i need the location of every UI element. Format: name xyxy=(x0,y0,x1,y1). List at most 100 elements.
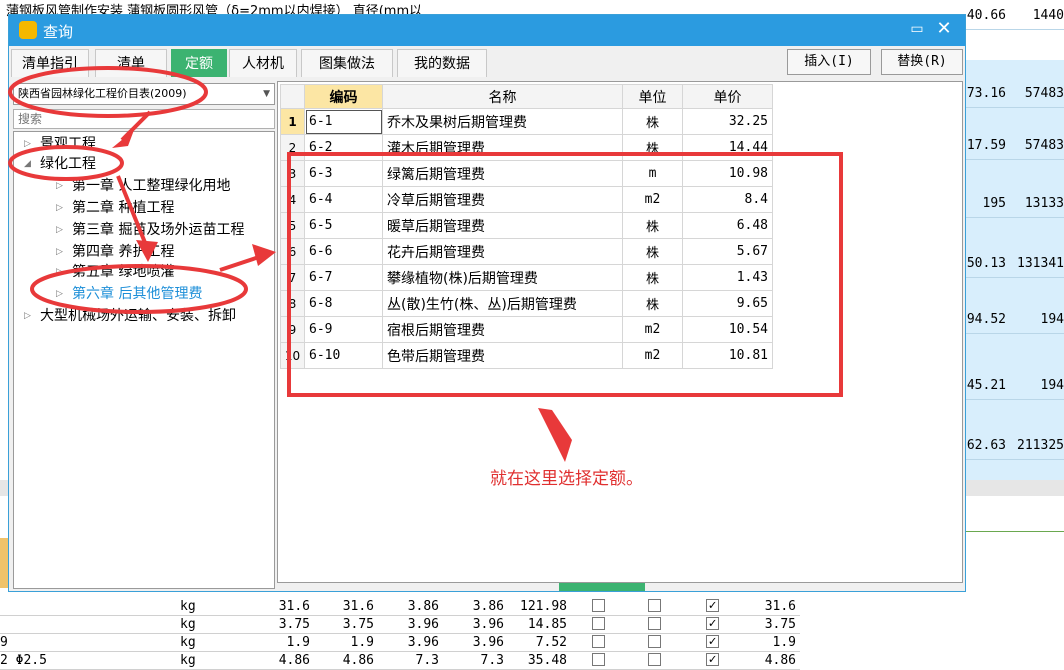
cell-code[interactable]: 6-3 xyxy=(304,160,383,187)
cell-price[interactable]: 14.44 xyxy=(682,134,773,161)
checkbox[interactable] xyxy=(648,599,661,612)
library-select[interactable]: 陕西省园林绿化工程价目表(2009) ▼ xyxy=(13,83,275,105)
collapsed-arrow-icon[interactable]: ▷ xyxy=(56,242,63,262)
bg-cell-v4: 3.96 xyxy=(472,617,504,632)
table-row[interactable]: 6 6-6 花卉后期管理费株 5.67 xyxy=(280,238,773,265)
cell-price[interactable]: 6.48 xyxy=(682,212,773,239)
maximize-icon[interactable]: ▭ xyxy=(909,21,925,37)
checkbox-checked[interactable]: ✓ xyxy=(706,599,719,612)
cell-name[interactable]: 丛(散)生竹(株、丛)后期管理费 xyxy=(382,290,623,317)
cell-code[interactable]: 6-2 xyxy=(304,134,383,161)
bg-table-row: 9 kg 1.9 1.9 3.96 3.96 7.52 1.9 ✓ xyxy=(0,634,800,652)
bg-right-value-b: 131341 xyxy=(1017,256,1064,271)
table-row[interactable]: 5 6-5 暖草后期管理费株 6.48 xyxy=(280,212,773,239)
cell-unit[interactable]: 株 xyxy=(622,212,683,239)
search-input[interactable] xyxy=(13,109,275,129)
close-icon[interactable]: ✕ xyxy=(935,20,953,38)
dialog-title: 查询 xyxy=(43,23,74,41)
collapsed-arrow-icon[interactable]: ▷ xyxy=(56,176,63,196)
cell-price[interactable]: 8.4 xyxy=(682,186,773,213)
table-row[interactable]: 2 6-2 灌木后期管理费株 14.44 xyxy=(280,134,773,161)
tab-my-data[interactable]: 我的数据 xyxy=(397,49,487,77)
cell-price[interactable]: 10.98 xyxy=(682,160,773,187)
collapsed-arrow-icon[interactable]: ▷ xyxy=(56,198,63,218)
bg-right-value-b: 194 xyxy=(1040,378,1064,393)
cell-unit[interactable]: 株 xyxy=(622,290,683,317)
tab-atlas-method[interactable]: 图集做法 xyxy=(301,49,393,77)
checkbox[interactable] xyxy=(648,617,661,630)
tab-labor-material[interactable]: 人材机 xyxy=(229,49,297,77)
tree-node-label: 第四章 养护工程 xyxy=(72,244,175,260)
cell-name[interactable]: 乔木及果树后期管理费 xyxy=(382,108,623,135)
cell-price[interactable]: 32.25 xyxy=(682,108,773,135)
tree-node-label: 大型机械场外运输、安装、拆卸 xyxy=(40,308,236,324)
cell-unit[interactable]: 株 xyxy=(622,108,683,135)
cell-name[interactable]: 绿篱后期管理费 xyxy=(382,160,623,187)
col-header-code[interactable]: 编码 xyxy=(304,84,383,109)
tab-list[interactable]: 清单 xyxy=(95,49,167,77)
col-header-name[interactable]: 名称 xyxy=(382,84,623,109)
table-row[interactable]: 9 6-9 宿根后期管理费 m2 10.54 xyxy=(280,316,773,343)
cell-code[interactable]: 6-8 xyxy=(304,290,383,317)
query-dialog: 查询 ▭ ✕ 清单指引 清单 定额 人材机 图集做法 我的数据 插入(I) 替换… xyxy=(8,14,966,592)
cell-code[interactable]: 6-9 xyxy=(304,316,383,343)
replace-button[interactable]: 替换(R) xyxy=(881,49,963,75)
tab-quota[interactable]: 定额 xyxy=(171,49,227,77)
cell-code[interactable]: 6-1 xyxy=(304,108,383,135)
checkbox[interactable] xyxy=(592,653,605,666)
cell-code[interactable]: 6-5 xyxy=(304,212,383,239)
cell-price[interactable]: 10.81 xyxy=(682,342,773,369)
collapsed-arrow-icon[interactable]: ▷ xyxy=(24,134,31,154)
col-header-unit[interactable]: 单位 xyxy=(622,84,683,109)
cell-unit[interactable]: m2 xyxy=(622,342,683,369)
table-row[interactable]: 7 6-7 攀缘植物(株)后期管理费株 1.43 xyxy=(280,264,773,291)
collapsed-arrow-icon[interactable]: ▷ xyxy=(56,220,63,240)
cell-price[interactable]: 10.54 xyxy=(682,316,773,343)
insert-button[interactable]: 插入(I) xyxy=(787,49,871,75)
cell-unit[interactable]: m xyxy=(622,160,683,187)
collapsed-arrow-icon[interactable]: ▷ xyxy=(56,284,63,304)
cell-unit[interactable]: m2 xyxy=(622,186,683,213)
tree-node-label: 第一章 人工整理绿化用地 xyxy=(72,178,231,194)
cell-price[interactable]: 5.67 xyxy=(682,238,773,265)
checkbox[interactable] xyxy=(648,635,661,648)
bg-right-cell: 50.13 131341 xyxy=(966,256,1064,278)
collapsed-arrow-icon[interactable]: ▷ xyxy=(24,306,31,326)
cell-name[interactable]: 冷草后期管理费 xyxy=(382,186,623,213)
cell-unit[interactable]: 株 xyxy=(622,134,683,161)
cell-code[interactable]: 6-7 xyxy=(304,264,383,291)
cell-unit[interactable]: m2 xyxy=(622,316,683,343)
checkbox[interactable] xyxy=(592,599,605,612)
tab-list-guide[interactable]: 清单指引 xyxy=(11,49,89,77)
bg-right-value-a: 17.59 xyxy=(966,138,1006,153)
cell-price[interactable]: 1.43 xyxy=(682,264,773,291)
checkbox[interactable] xyxy=(592,635,605,648)
cell-name[interactable]: 灌木后期管理费 xyxy=(382,134,623,161)
dialog-titlebar[interactable]: 查询 ▭ ✕ xyxy=(9,15,965,46)
cell-name[interactable]: 攀缘植物(株)后期管理费 xyxy=(382,264,623,291)
cell-price[interactable]: 9.65 xyxy=(682,290,773,317)
cell-name[interactable]: 色带后期管理费 xyxy=(382,342,623,369)
checkbox[interactable] xyxy=(592,617,605,630)
cell-unit[interactable]: 株 xyxy=(622,264,683,291)
cell-name[interactable]: 花卉后期管理费 xyxy=(382,238,623,265)
cell-name[interactable]: 宿根后期管理费 xyxy=(382,316,623,343)
table-row[interactable]: 4 6-4 冷草后期管理费 m2 8.4 xyxy=(280,186,773,213)
collapsed-arrow-icon[interactable]: ▷ xyxy=(56,262,63,282)
checkbox[interactable] xyxy=(648,653,661,666)
expanded-arrow-icon[interactable]: ◢ xyxy=(24,154,31,174)
cell-code[interactable]: 6-4 xyxy=(304,186,383,213)
table-row[interactable]: 8 6-8 丛(散)生竹(株、丛)后期管理费株 9.65 xyxy=(280,290,773,317)
table-row[interactable]: 1 6-1 乔木及果树后期管理费株 32.25 xyxy=(280,108,773,135)
checkbox-checked[interactable]: ✓ xyxy=(706,653,719,666)
checkbox-checked[interactable]: ✓ xyxy=(706,617,719,630)
cell-name[interactable]: 暖草后期管理费 xyxy=(382,212,623,239)
resize-handle[interactable] xyxy=(559,583,645,591)
cell-code[interactable]: 6-10 xyxy=(304,342,383,369)
col-header-price[interactable]: 单价 xyxy=(682,84,773,109)
table-row[interactable]: 3 6-3 绿篱后期管理费 m 10.98 xyxy=(280,160,773,187)
table-row[interactable]: 10 6-10 色带后期管理费 m2 10.81 xyxy=(280,342,773,369)
cell-unit[interactable]: 株 xyxy=(622,238,683,265)
cell-code[interactable]: 6-6 xyxy=(304,238,383,265)
checkbox-checked[interactable]: ✓ xyxy=(706,635,719,648)
